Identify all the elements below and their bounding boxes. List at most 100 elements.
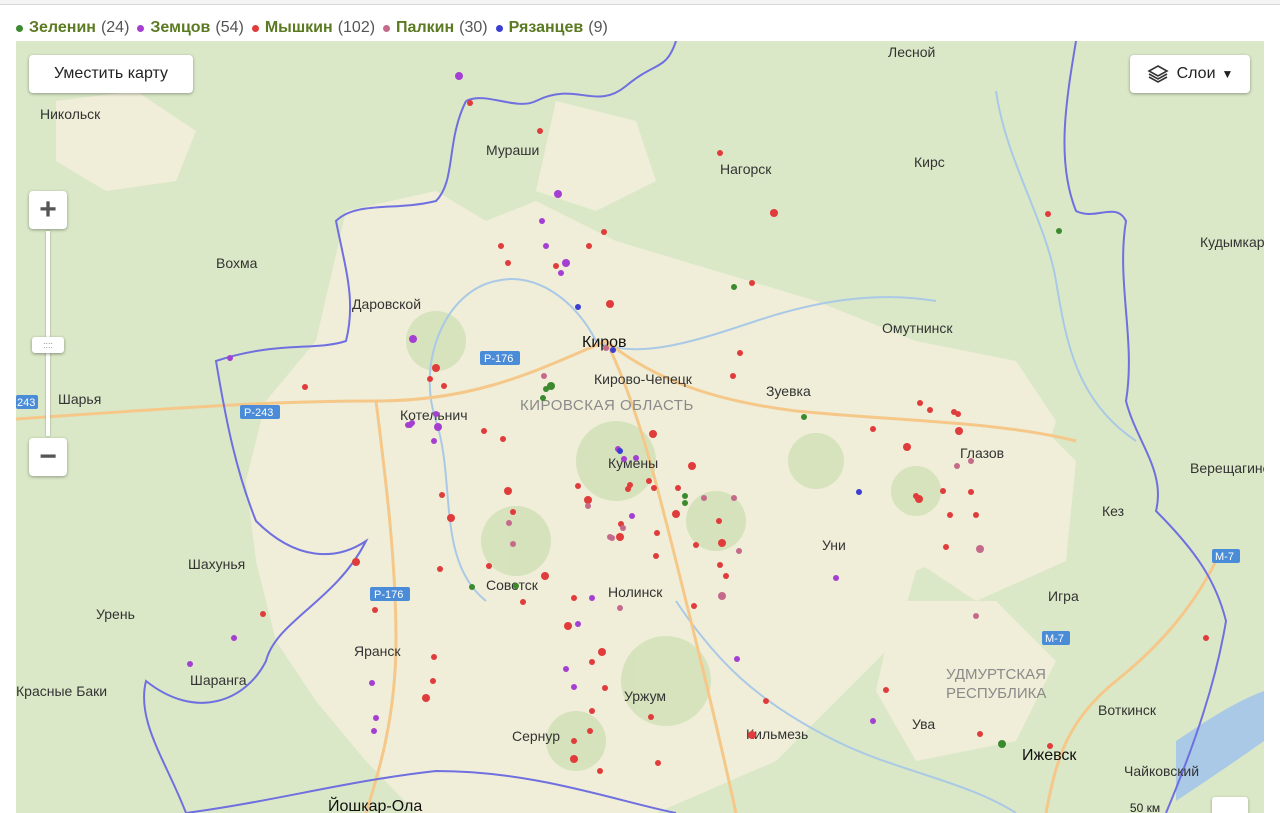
map-marker[interactable] bbox=[302, 384, 308, 390]
map-marker[interactable] bbox=[731, 284, 737, 290]
map-marker[interactable] bbox=[434, 423, 442, 431]
map-marker[interactable] bbox=[409, 335, 417, 343]
map-marker[interactable] bbox=[589, 708, 595, 714]
map-marker[interactable] bbox=[469, 584, 475, 590]
map-marker[interactable] bbox=[570, 755, 578, 763]
map-marker[interactable] bbox=[563, 666, 569, 672]
map-marker[interactable] bbox=[927, 407, 933, 413]
map-marker[interactable] bbox=[770, 209, 778, 217]
legend-item-zemtsov[interactable]: Земцов (54) bbox=[137, 19, 244, 37]
map-marker[interactable] bbox=[352, 558, 360, 566]
map-marker[interactable] bbox=[903, 443, 911, 451]
map-marker[interactable] bbox=[541, 572, 549, 580]
map-marker[interactable] bbox=[947, 512, 953, 518]
map-marker[interactable] bbox=[691, 603, 697, 609]
map-marker[interactable] bbox=[598, 648, 606, 656]
map-marker[interactable] bbox=[649, 430, 657, 438]
map-marker[interactable] bbox=[547, 382, 555, 390]
map-marker[interactable] bbox=[510, 541, 516, 547]
map-marker[interactable] bbox=[976, 545, 984, 553]
map-marker[interactable] bbox=[486, 563, 492, 569]
map-marker[interactable] bbox=[651, 485, 657, 491]
map-marker[interactable] bbox=[734, 656, 740, 662]
map-marker[interactable] bbox=[371, 728, 377, 734]
map-marker[interactable] bbox=[541, 373, 547, 379]
map-marker[interactable] bbox=[564, 622, 572, 630]
map-marker[interactable] bbox=[606, 300, 614, 308]
map-marker[interactable] bbox=[520, 599, 526, 605]
map-marker[interactable] bbox=[467, 100, 473, 106]
map-marker[interactable] bbox=[481, 428, 487, 434]
layers-button[interactable]: Слои ▼ bbox=[1130, 55, 1250, 93]
map-marker[interactable] bbox=[736, 548, 742, 554]
map-marker[interactable] bbox=[447, 514, 455, 522]
map-marker[interactable] bbox=[730, 373, 736, 379]
map-marker[interactable] bbox=[441, 383, 447, 389]
map-marker[interactable] bbox=[620, 525, 626, 531]
map-marker[interactable] bbox=[231, 635, 237, 641]
map-marker[interactable] bbox=[498, 243, 504, 249]
map-marker[interactable] bbox=[701, 495, 707, 501]
map-marker[interactable] bbox=[617, 448, 623, 454]
map-canvas[interactable]: Р-176 Р-243 Р-176 М-7 М-7 243 КИРОВСКАЯ … bbox=[16, 41, 1264, 813]
map-marker[interactable] bbox=[539, 218, 545, 224]
zoom-in-button[interactable]: + bbox=[29, 191, 67, 229]
map-marker[interactable] bbox=[601, 229, 607, 235]
ruler-button[interactable] bbox=[1212, 797, 1248, 813]
map[interactable]: Р-176 Р-243 Р-176 М-7 М-7 243 КИРОВСКАЯ … bbox=[16, 41, 1264, 813]
map-marker[interactable] bbox=[562, 259, 570, 267]
map-marker[interactable] bbox=[610, 347, 616, 353]
map-marker[interactable] bbox=[506, 520, 512, 526]
map-marker[interactable] bbox=[586, 243, 592, 249]
map-marker[interactable] bbox=[554, 190, 562, 198]
map-marker[interactable] bbox=[430, 678, 436, 684]
map-marker[interactable] bbox=[616, 533, 624, 541]
map-marker[interactable] bbox=[585, 503, 591, 509]
map-marker[interactable] bbox=[653, 553, 659, 559]
map-marker[interactable] bbox=[575, 304, 581, 310]
map-marker[interactable] bbox=[856, 489, 862, 495]
map-marker[interactable] bbox=[682, 500, 688, 506]
map-marker[interactable] bbox=[801, 414, 807, 420]
map-marker[interactable] bbox=[913, 493, 919, 499]
map-marker[interactable] bbox=[718, 539, 726, 547]
map-marker[interactable] bbox=[617, 605, 623, 611]
map-marker[interactable] bbox=[682, 493, 688, 499]
map-marker[interactable] bbox=[625, 486, 631, 492]
map-marker[interactable] bbox=[943, 544, 949, 550]
map-marker[interactable] bbox=[540, 395, 546, 401]
map-marker[interactable] bbox=[571, 595, 577, 601]
map-marker[interactable] bbox=[504, 487, 512, 495]
map-marker[interactable] bbox=[654, 530, 660, 536]
map-marker[interactable] bbox=[749, 280, 755, 286]
zoom-slider-track[interactable] bbox=[46, 231, 50, 436]
map-marker[interactable] bbox=[672, 510, 680, 518]
map-marker[interactable] bbox=[717, 150, 723, 156]
map-marker[interactable] bbox=[603, 345, 609, 351]
map-marker[interactable] bbox=[433, 411, 439, 417]
map-marker[interactable] bbox=[621, 456, 627, 462]
map-marker[interactable] bbox=[1203, 635, 1209, 641]
map-marker[interactable] bbox=[558, 270, 564, 276]
map-marker[interactable] bbox=[718, 592, 726, 600]
map-marker[interactable] bbox=[716, 518, 722, 524]
zoom-slider-handle[interactable]: :::: bbox=[32, 337, 64, 353]
map-marker[interactable] bbox=[655, 760, 661, 766]
map-marker[interactable] bbox=[763, 698, 769, 704]
map-marker[interactable] bbox=[431, 654, 437, 660]
map-marker[interactable] bbox=[543, 243, 549, 249]
map-marker[interactable] bbox=[973, 613, 979, 619]
map-marker[interactable] bbox=[537, 128, 543, 134]
map-marker[interactable] bbox=[431, 438, 437, 444]
map-marker[interactable] bbox=[602, 685, 608, 691]
map-marker[interactable] bbox=[977, 731, 983, 737]
map-marker[interactable] bbox=[1056, 228, 1062, 234]
map-marker[interactable] bbox=[609, 535, 615, 541]
fit-map-button[interactable]: Уместить карту bbox=[29, 55, 193, 93]
map-marker[interactable] bbox=[731, 495, 737, 501]
map-marker[interactable] bbox=[589, 595, 595, 601]
map-marker[interactable] bbox=[455, 72, 463, 80]
map-marker[interactable] bbox=[1045, 211, 1051, 217]
map-marker[interactable] bbox=[675, 485, 681, 491]
map-marker[interactable] bbox=[187, 661, 193, 667]
